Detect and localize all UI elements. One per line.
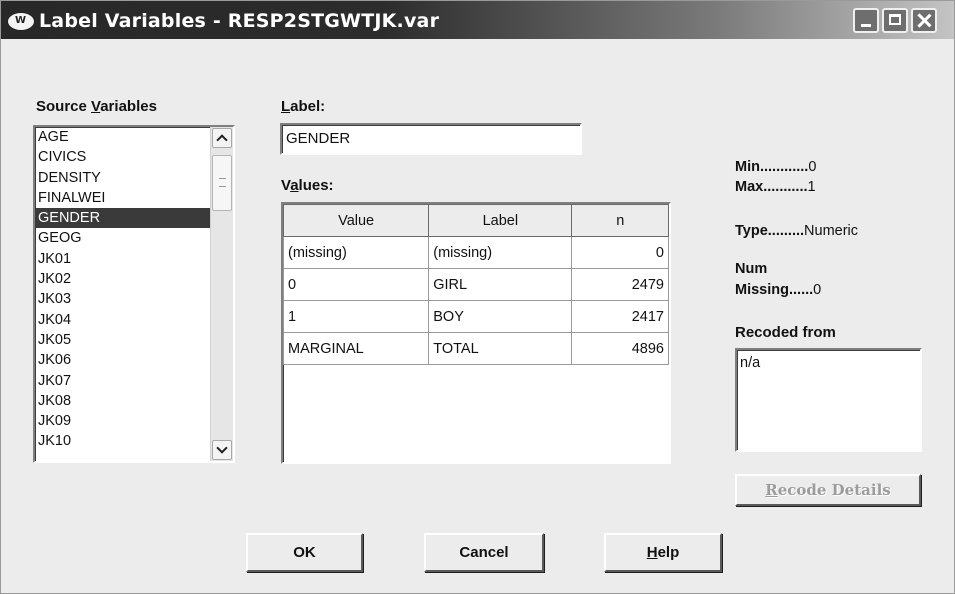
list-item[interactable]: JK02 — [35, 269, 211, 289]
list-item[interactable]: JK09 — [35, 411, 211, 431]
max-stat: Max...........1 — [735, 179, 816, 195]
cell-n: 2479 — [571, 268, 669, 301]
list-item[interactable]: JK10 — [35, 431, 211, 451]
table-row[interactable]: MARGINAL TOTAL 4896 — [282, 332, 669, 365]
list-item[interactable]: CIVICS — [35, 147, 211, 167]
list-item[interactable]: JK05 — [35, 330, 211, 350]
recode-details-button[interactable]: Recode Details — [735, 474, 921, 506]
label-input[interactable]: GENDER — [280, 123, 582, 155]
num-label: Num — [735, 261, 768, 277]
scroll-up-icon[interactable] — [212, 128, 232, 148]
values-caption: Values: — [281, 177, 334, 194]
recoded-from-box: n/a — [735, 348, 922, 452]
column-header-label[interactable]: Label — [428, 204, 573, 237]
list-item[interactable]: AGE — [35, 127, 211, 147]
list-item[interactable]: GENDER — [35, 208, 211, 229]
list-item[interactable]: JK01 — [35, 249, 211, 269]
help-button[interactable]: Help — [604, 533, 722, 572]
label-caption: Label: — [281, 98, 326, 115]
table-row[interactable]: (missing) (missing) 0 — [282, 236, 669, 269]
cell-value[interactable]: 1 — [282, 300, 430, 333]
list-item[interactable]: JK08 — [35, 391, 211, 411]
list-scrollbar[interactable] — [210, 127, 233, 461]
window-title: Label Variables - RESP2STGWTJK.var — [39, 10, 440, 32]
label-variables-dialog: Label Variables - RESP2STGWTJK.var Sourc… — [0, 0, 955, 594]
table-row[interactable]: 1 BOY 2417 — [282, 300, 669, 333]
label-input-value: GENDER — [286, 130, 351, 147]
source-variables-list[interactable]: AGE CIVICS DENSITY FINALWEI GENDER GEOG JK01 JK… — [33, 125, 235, 463]
cell-value[interactable]: (missing) — [282, 236, 430, 269]
cancel-button[interactable]: Cancel — [424, 533, 544, 572]
cell-n: 0 — [571, 236, 669, 269]
table-row[interactable]: 0 GIRL 2479 — [282, 268, 669, 301]
list-item[interactable]: GEOG — [35, 228, 211, 248]
column-header-value[interactable]: Value — [282, 204, 430, 237]
ok-button[interactable]: OK — [246, 533, 363, 572]
cell-value[interactable]: MARGINAL — [282, 332, 430, 365]
maximize-button[interactable] — [882, 8, 908, 33]
source-variables-label: Source Variables — [36, 98, 157, 115]
list-item[interactable]: JK07 — [35, 371, 211, 391]
recoded-from-value: n/a — [740, 355, 761, 371]
list-item[interactable]: JK06 — [35, 350, 211, 370]
missing-stat: Missing......0 — [735, 282, 822, 298]
cell-n: 4896 — [571, 332, 669, 365]
cell-n: 2417 — [571, 300, 669, 333]
type-stat: Type.........Numeric — [735, 223, 859, 239]
list-item[interactable]: JK03 — [35, 289, 211, 309]
recoded-from-label: Recoded from — [735, 324, 836, 341]
app-icon[interactable] — [7, 12, 35, 31]
values-grid[interactable]: Value Label n (missing) (missing) 0 0 GI… — [281, 202, 671, 464]
close-button[interactable] — [911, 8, 937, 33]
cell-label[interactable]: (missing) — [428, 236, 573, 269]
cell-label[interactable]: BOY — [428, 300, 573, 333]
list-item[interactable]: JK04 — [35, 310, 211, 330]
title-bar[interactable]: Label Variables - RESP2STGWTJK.var — [1, 1, 954, 39]
list-item[interactable]: FINALWEI — [35, 188, 211, 208]
cell-label[interactable]: TOTAL — [428, 332, 573, 365]
scroll-thumb[interactable] — [212, 155, 232, 211]
minimize-button[interactable] — [853, 8, 879, 33]
scroll-down-icon[interactable] — [212, 440, 232, 460]
min-stat: Min............0 — [735, 159, 817, 175]
cell-label[interactable]: GIRL — [428, 268, 573, 301]
cell-value[interactable]: 0 — [282, 268, 430, 301]
list-item[interactable]: DENSITY — [35, 168, 211, 188]
column-header-n[interactable]: n — [571, 204, 669, 237]
